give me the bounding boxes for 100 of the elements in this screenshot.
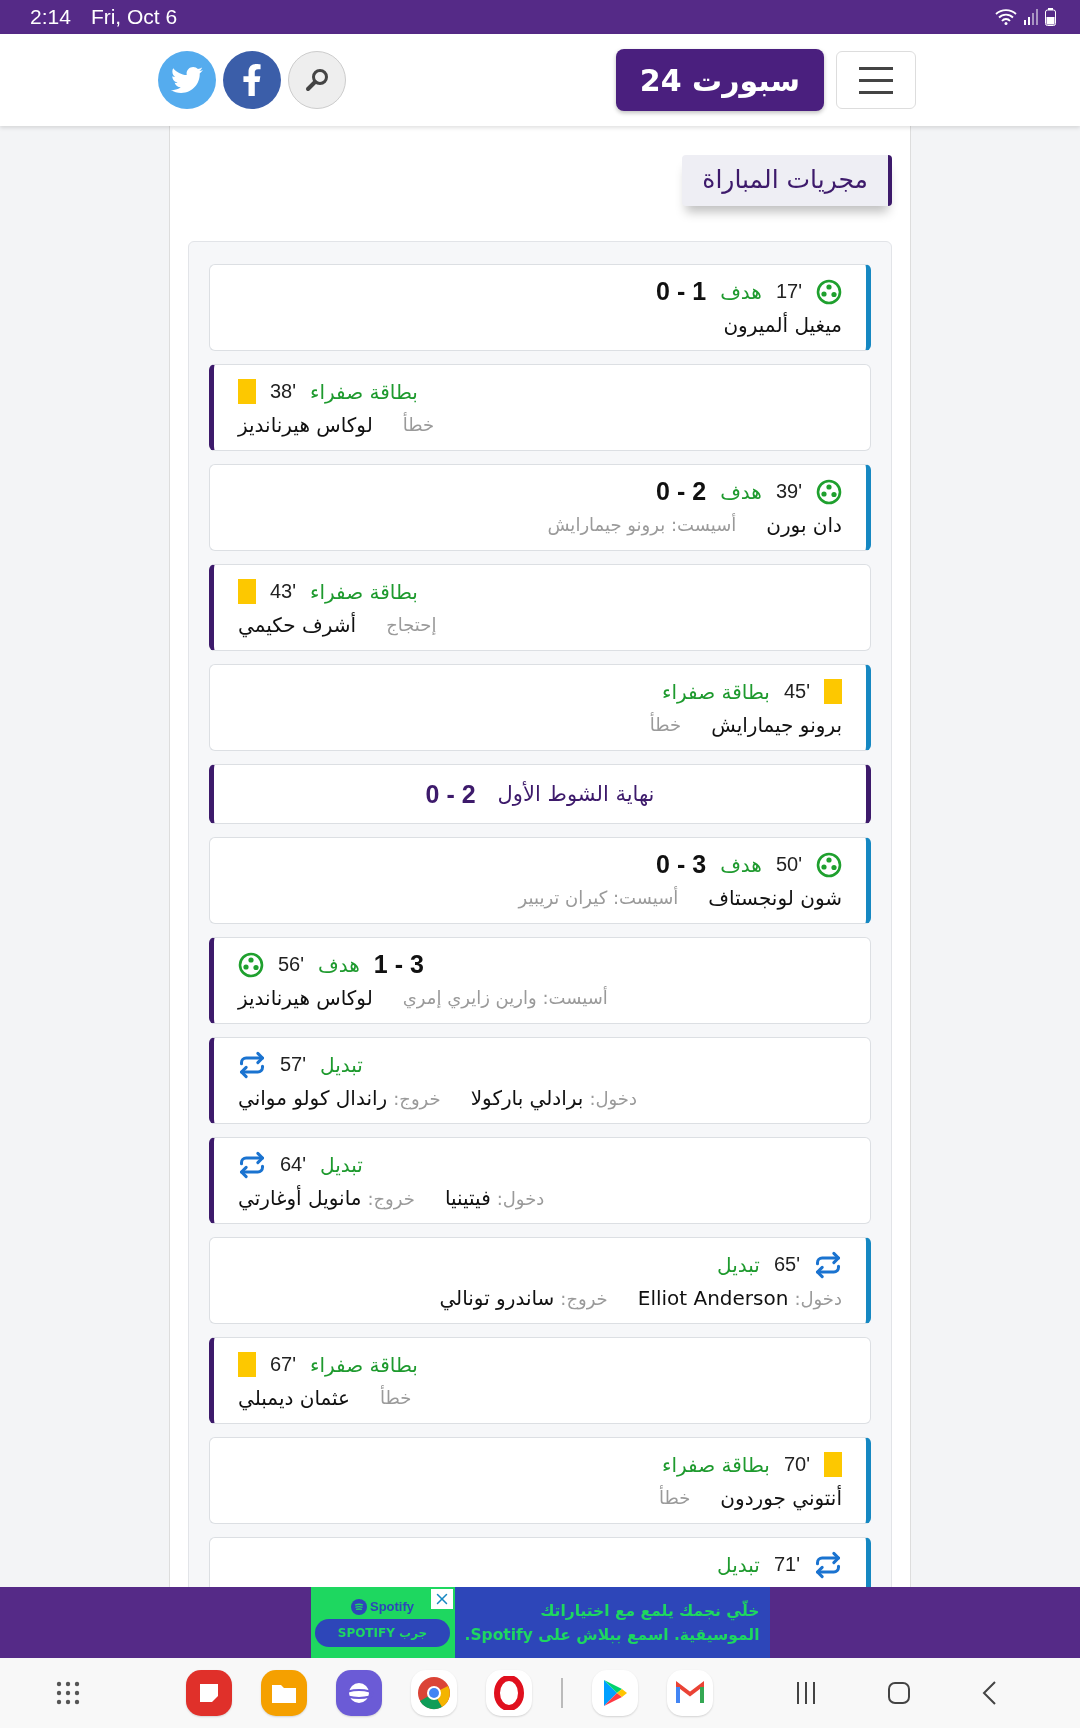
wifi-icon	[995, 9, 1017, 25]
browser-app-icon[interactable]	[411, 1670, 457, 1716]
event-label: بطاقة صفراء	[310, 579, 418, 604]
brand-name: Spotify	[370, 1599, 415, 1614]
ring-app-icon[interactable]	[486, 1670, 532, 1716]
event-minute: 39'	[775, 480, 802, 503]
ad-headline: خلّي نجمك يلمع مع اختياراتك	[539, 1599, 760, 1623]
card-icon	[824, 679, 842, 704]
out-label: خروج:	[393, 1087, 441, 1109]
event-detail: خطأ	[402, 414, 435, 435]
score: 0 - 1	[656, 277, 707, 306]
event-minute: 38'	[270, 380, 297, 403]
event-label: تبديل	[320, 1152, 363, 1177]
event-detail: خطأ	[658, 1487, 691, 1508]
player-name: راندال كولو مواني	[238, 1085, 388, 1110]
play-store-icon[interactable]	[592, 1670, 638, 1716]
event-label: بطاقة صفراء	[310, 379, 418, 404]
event-label: نهاية الشوط الأول	[497, 782, 655, 806]
out-label: خروج:	[560, 1287, 608, 1309]
soccer-ball-icon	[816, 278, 842, 305]
event-label: تبديل	[717, 1252, 760, 1277]
menu-button[interactable]	[836, 51, 916, 109]
soccer-ball-icon	[816, 478, 842, 505]
player-name: Elliot Anderson	[637, 1285, 789, 1310]
event-detail: خطأ	[649, 714, 682, 735]
swap-arrows-icon	[238, 1050, 266, 1079]
event-label: تبديل	[717, 1552, 760, 1577]
event-label: تبديل	[320, 1052, 363, 1077]
event-label: هدف	[318, 952, 360, 977]
ad-headline: الموسيقية. اسمع ببلاش على Spotify.	[464, 1624, 760, 1646]
player-name: أنتوني جوردون	[720, 1485, 842, 1510]
player-name: فيتينيا	[444, 1185, 491, 1210]
in-label: دخول:	[794, 1287, 842, 1309]
score: 1 - 3	[373, 950, 424, 979]
event-minute: 67'	[270, 1353, 297, 1376]
card-icon	[238, 379, 256, 404]
mail-app-icon[interactable]	[667, 1670, 713, 1716]
player-name: لوكاس هيرنانديز	[238, 412, 373, 437]
bird-icon	[171, 64, 203, 96]
section-title: مجريات المباراة	[682, 155, 892, 206]
event-minute: 64'	[280, 1153, 307, 1176]
event-detail: أسيست: كيران تريبير	[518, 887, 679, 908]
event-minute: 65'	[773, 1253, 800, 1276]
score: 0 - 3	[656, 850, 707, 879]
recent-apps-icon[interactable]	[795, 1681, 817, 1705]
event-minute: 70'	[783, 1453, 810, 1476]
event-minute: 71'	[773, 1553, 800, 1576]
event-minute: 56'	[278, 953, 305, 976]
player-name: لوكاس هيرنانديز	[238, 985, 373, 1010]
score: 0 - 2	[656, 477, 707, 506]
event-label: بطاقة صفراء	[662, 1452, 770, 1477]
home-icon[interactable]	[887, 1681, 911, 1705]
swap-arrows-icon	[238, 1150, 266, 1179]
player-name: عثمان ديمبلي	[238, 1385, 351, 1410]
player-name: دان بورن	[766, 512, 842, 537]
close-button[interactable]	[430, 1589, 453, 1609]
card-icon	[238, 579, 256, 604]
event-detail: إحتجاج	[386, 614, 437, 635]
player-name: برادلي باركولا	[470, 1085, 584, 1110]
site-logo[interactable]: سبورت 24	[615, 49, 824, 111]
event-minute: 43'	[270, 580, 297, 603]
player-name: أشرف حكيمي	[238, 612, 357, 637]
card-icon	[238, 1352, 256, 1377]
planet-app-icon[interactable]	[336, 1670, 382, 1716]
signal-icon	[1023, 9, 1039, 25]
event-label: هدف	[720, 279, 762, 304]
event-detail: أسيست: وارين زايري إمري	[402, 987, 608, 1008]
player-name: ميغيل ألميرون	[723, 312, 842, 337]
event-minute: 17'	[775, 280, 802, 303]
score: 0 - 2	[425, 779, 476, 809]
player-name: ساندرو تونالي	[439, 1285, 555, 1310]
out-label: خروج:	[367, 1187, 415, 1209]
event-label: بطاقة صفراء	[310, 1352, 418, 1377]
clock: 2:14	[30, 5, 71, 29]
event-minute: 50'	[775, 853, 802, 876]
event-label: بطاقة صفراء	[662, 679, 770, 704]
player-name: شون لونجستاف	[708, 885, 842, 910]
search-icon	[304, 67, 330, 93]
swap-arrows-icon	[814, 1250, 842, 1279]
notes-app-icon[interactable]	[186, 1670, 232, 1716]
soccer-ball-icon	[238, 951, 264, 978]
soccer-ball-icon	[816, 851, 842, 878]
event-minute: 45'	[783, 680, 810, 703]
event-minute: 57'	[280, 1053, 307, 1076]
swap-arrows-icon	[814, 1550, 842, 1579]
in-label: دخول:	[589, 1087, 637, 1109]
event-detail: أسيست: برونو جيمارايش	[547, 514, 737, 535]
battery-icon	[1045, 8, 1056, 26]
facebook-button[interactable]	[223, 51, 281, 109]
back-icon[interactable]	[981, 1680, 997, 1706]
sound-waves-icon	[351, 1598, 367, 1615]
date: Fri, Oct 6	[90, 5, 178, 29]
app-grid-icon[interactable]	[56, 1681, 80, 1705]
in-label: دخول:	[496, 1187, 545, 1209]
event-label: هدف	[720, 852, 762, 877]
event-label: هدف	[720, 479, 762, 504]
player-name: مانويل أوغارتي	[238, 1185, 362, 1210]
player-name: برونو جيمارايش	[711, 712, 842, 737]
ad-button[interactable]: جرب SPOTIFY	[315, 1618, 450, 1647]
event-detail: خطأ	[380, 1387, 412, 1408]
